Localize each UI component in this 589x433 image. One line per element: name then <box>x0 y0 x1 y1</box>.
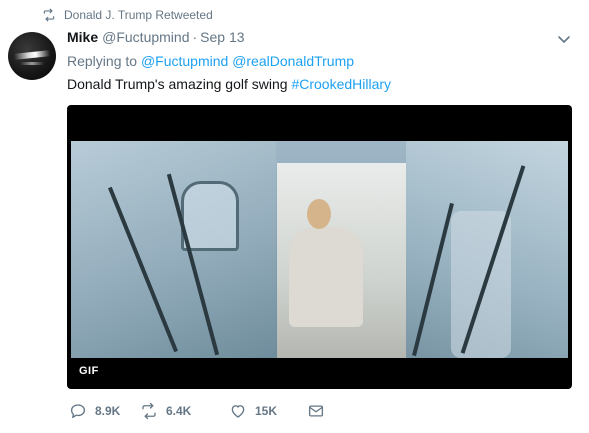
reply-count: 8.9K <box>95 404 121 418</box>
author-handle[interactable]: @Fuctupmind <box>102 29 189 45</box>
retweet-icon <box>43 8 55 22</box>
frame-wall-left <box>71 141 276 358</box>
timestamp[interactable]: Sep 13 <box>200 29 244 45</box>
gif-badge: GIF <box>79 365 99 377</box>
reply-button[interactable]: 8.9K <box>69 402 140 420</box>
retweet-count: 6.4K <box>166 404 192 418</box>
reply-mention-link[interactable]: @realDonaldTrump <box>232 53 354 69</box>
tweet-text: Donald Trump's amazing golf swing #Crook… <box>67 76 391 92</box>
hashtag-link[interactable]: #CrookedHillary <box>291 76 391 92</box>
direct-message-button[interactable] <box>307 402 333 420</box>
avatar-image <box>13 50 51 60</box>
reply-icon <box>70 404 86 419</box>
avatar-image-detail <box>20 62 44 65</box>
frame-person-body <box>289 227 363 327</box>
retweet-button[interactable]: 6.4K <box>140 402 229 420</box>
frame-person-head <box>307 199 331 229</box>
reply-mention-link[interactable]: @Fuctupmind <box>141 53 228 69</box>
tweet-actions: 8.9K 6.4K 15K <box>69 402 333 420</box>
chevron-down-icon[interactable] <box>556 31 572 47</box>
gif-media[interactable]: GIF <box>67 105 572 389</box>
heart-icon <box>231 405 245 418</box>
retweet-context-label: Donald J. Trump Retweeted <box>64 8 213 22</box>
separator: · <box>192 29 198 45</box>
envelope-icon <box>308 405 324 417</box>
author-name[interactable]: Mike <box>67 29 98 45</box>
retweet-context: Donald J. Trump Retweeted <box>42 8 213 22</box>
like-count: 15K <box>255 404 278 418</box>
frame-window <box>181 181 239 251</box>
avatar[interactable] <box>8 32 56 80</box>
gif-frame <box>71 141 568 358</box>
replying-prefix: Replying to <box>67 53 138 69</box>
tweet[interactable]: Donald J. Trump Retweeted Mike @Fuctupmi… <box>0 0 589 433</box>
replying-to: Replying to @Fuctupmind @realDonaldTrump <box>67 53 354 69</box>
retweet-icon <box>142 402 156 420</box>
like-button[interactable]: 15K <box>229 402 307 420</box>
tweet-header: Mike @Fuctupmind · Sep 13 <box>67 29 245 45</box>
tweet-body: Donald Trump's amazing golf swing <box>67 76 288 92</box>
